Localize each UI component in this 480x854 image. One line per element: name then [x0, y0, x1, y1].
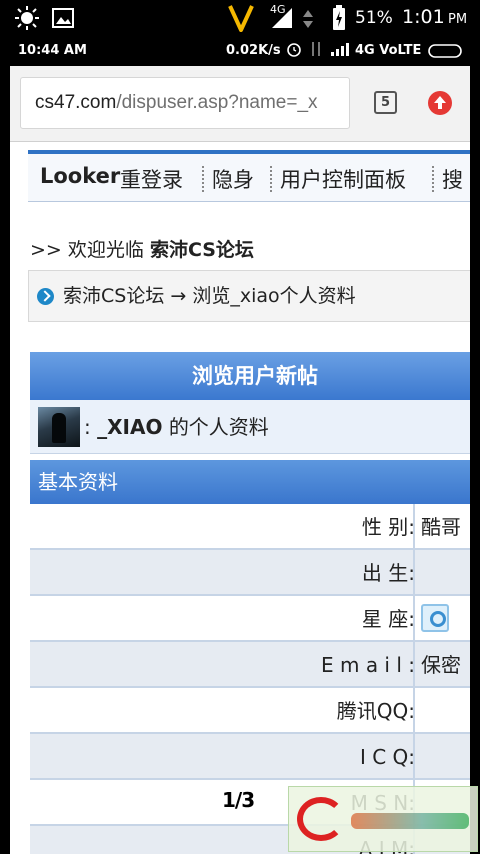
- table-row: E m a i l : 保密: [30, 642, 470, 688]
- battery-percent: 51%: [355, 8, 393, 28]
- user-avatar: [38, 407, 80, 447]
- basic-info-header: 基本资料: [30, 460, 470, 504]
- table-row: 性 别: 酷哥: [30, 504, 470, 550]
- data-transfer-icon: [302, 9, 314, 33]
- watermark-swoosh-icon: [297, 797, 345, 841]
- app-v-icon: [228, 4, 254, 36]
- column-divider: [413, 734, 415, 780]
- site-watermark-logo: [288, 786, 478, 852]
- signal-icon: [270, 6, 294, 34]
- table-row: I C Q:: [30, 734, 470, 780]
- welcome-prefix: >> 欢迎光临: [30, 239, 144, 261]
- breadcrumb-text[interactable]: 索沛CS论坛 → 浏览_xiao个人资料: [63, 271, 356, 321]
- alarm-icon: [286, 41, 302, 61]
- profile-title-row: : _XIAO 的个人资料: [30, 400, 470, 454]
- clock: 1:01: [402, 6, 445, 28]
- profile-title-colon: :: [84, 415, 91, 439]
- zodiac-icon: [421, 604, 449, 632]
- field-label-zodiac: 星 座:: [361, 607, 415, 631]
- url-host: cs47.com: [35, 92, 117, 113]
- network-type: 4G VoLTE: [355, 43, 422, 58]
- url-path: /dispuser.asp?name=_x: [116, 92, 318, 113]
- nav-relogin[interactable]: 重登录: [120, 164, 183, 194]
- table-row: 出 生:: [30, 550, 470, 596]
- battery-outline-icon: [428, 43, 464, 63]
- field-label-icq: I C Q:: [359, 745, 415, 769]
- nav-user-looker[interactable]: Looker: [40, 164, 120, 188]
- field-value-email: 保密: [421, 653, 461, 677]
- nav-separator: [432, 166, 434, 192]
- welcome-line: >> 欢迎光临 索沛CS论坛: [30, 235, 254, 262]
- view-user-posts-header[interactable]: 浏览用户新帖: [30, 352, 470, 400]
- network-speed: 0.02K/s: [226, 43, 281, 58]
- browser-toolbar: cs47.com/dispuser.asp?name=_x 5: [10, 66, 470, 142]
- secondary-clock: 10:44 AM: [18, 43, 87, 58]
- column-divider: [413, 596, 415, 642]
- field-value-gender: 酷哥: [421, 515, 461, 539]
- nav-invisible[interactable]: 隐身: [212, 164, 254, 194]
- bullet-arrow-icon: [37, 288, 54, 305]
- page-indicator: 1/3: [222, 788, 255, 812]
- secondary-status-bar: 10:44 AM 0.02K/s 4G VoLTE: [0, 38, 480, 66]
- breadcrumb: 索沛CS论坛 → 浏览_xiao个人资料: [28, 270, 470, 322]
- nav-separator: [202, 166, 204, 192]
- column-divider: [413, 550, 415, 596]
- column-divider: [413, 642, 415, 688]
- profile-username: _XIAO: [97, 415, 163, 439]
- tab-count-button[interactable]: 5: [374, 91, 397, 114]
- signal-bars-icon: [330, 41, 350, 61]
- image-icon: [52, 8, 74, 32]
- table-row: 腾讯QQ:: [30, 688, 470, 734]
- data-arrows-icon: [310, 41, 322, 61]
- address-bar[interactable]: cs47.com/dispuser.asp?name=_x: [20, 77, 350, 129]
- field-label-qq: 腾讯QQ:: [336, 699, 415, 723]
- profile-title-suffix: 的个人资料: [168, 415, 269, 439]
- field-label-birth: 出 生:: [361, 561, 415, 585]
- watermark-banner: [351, 813, 469, 829]
- forum-name-link[interactable]: 索沛CS论坛: [150, 239, 254, 261]
- table-row: 星 座:: [30, 596, 470, 642]
- column-divider: [413, 504, 415, 550]
- forum-navbar: Looker 重登录 隐身 用户控制面板 搜: [28, 150, 470, 202]
- field-label-gender: 性 别:: [361, 515, 415, 539]
- battery-charging-icon: [332, 5, 346, 35]
- clock-ampm: PM: [448, 12, 468, 27]
- field-label-email: E m a i l :: [320, 653, 415, 677]
- system-status-bar: 4G 51% 1:01 PM: [0, 0, 480, 38]
- update-icon[interactable]: [428, 91, 452, 115]
- nav-user-control-panel[interactable]: 用户控制面板: [280, 164, 406, 194]
- column-divider: [413, 688, 415, 734]
- profile-title: : _XIAO 的个人资料: [84, 400, 269, 454]
- web-page: Looker 重登录 隐身 用户控制面板 搜 >> 欢迎光临 索沛CS论坛 索沛…: [10, 142, 470, 854]
- nav-separator: [270, 166, 272, 192]
- brightness-icon: [14, 5, 40, 35]
- nav-search[interactable]: 搜: [442, 164, 463, 194]
